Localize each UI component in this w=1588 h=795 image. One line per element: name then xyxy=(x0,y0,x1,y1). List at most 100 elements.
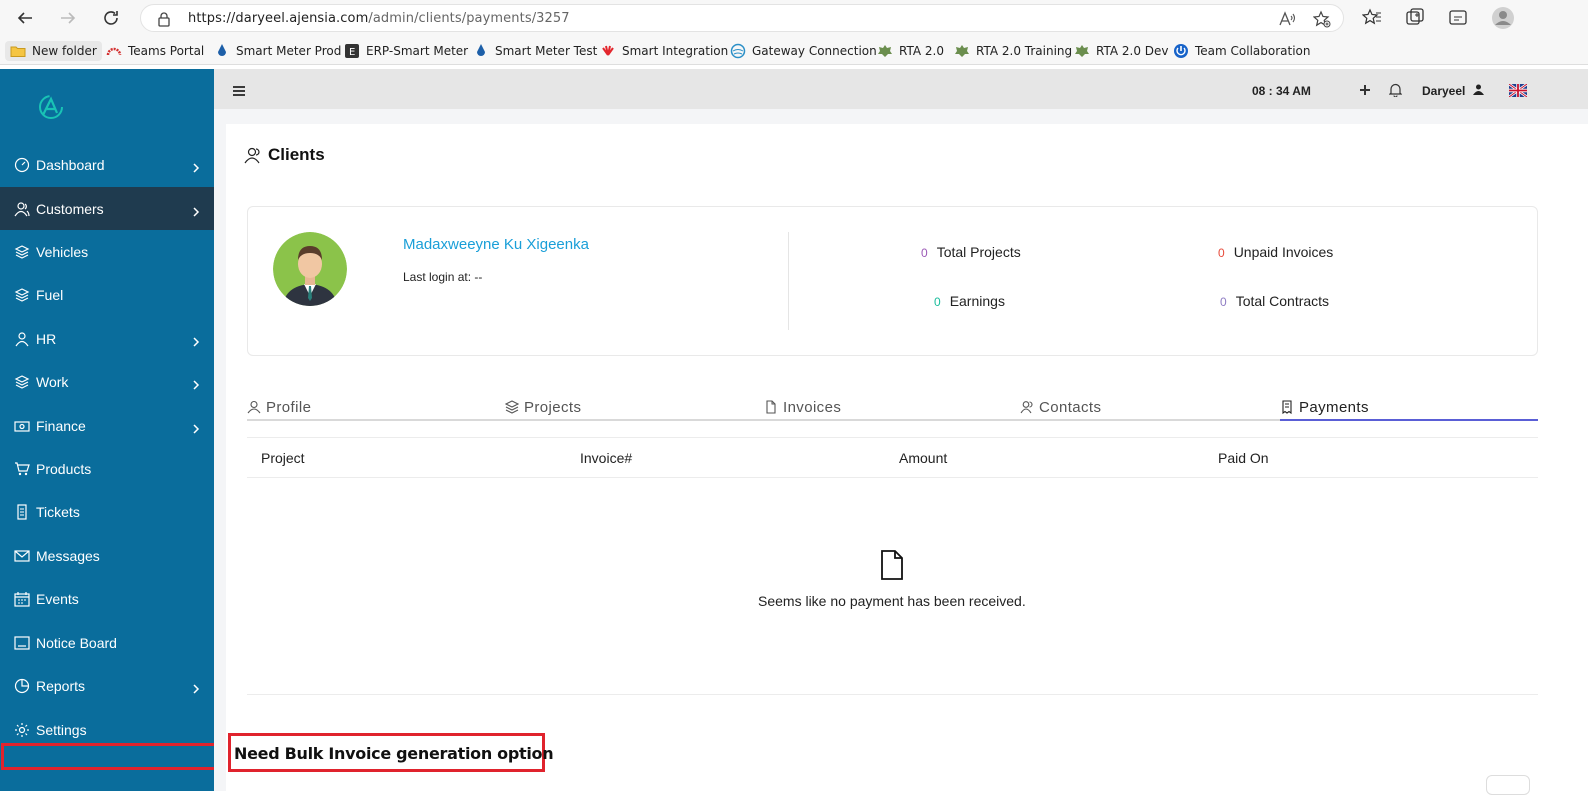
favorites-icon[interactable] xyxy=(1361,7,1382,32)
annotation-callout: Need Bulk Invoice generation option xyxy=(228,733,554,772)
users-icon xyxy=(1020,401,1033,414)
teams-portal-icon xyxy=(106,43,122,59)
last-login-text: Last login at: -- xyxy=(403,270,483,284)
bookmark-rta-2-dev[interactable]: RTA 2.0 Dev xyxy=(1074,41,1169,61)
tab-payments[interactable]: Payments xyxy=(1280,395,1369,419)
file-icon xyxy=(766,400,776,414)
stat-total-projects: 0 Total Projects xyxy=(921,244,1021,260)
tab-projects[interactable]: Projects xyxy=(505,395,581,419)
user-icon xyxy=(1472,84,1484,95)
layers-icon xyxy=(505,400,519,414)
column-amount[interactable]: Amount xyxy=(899,450,947,466)
bookmark-erp-smart-meter[interactable]: E ERP-Smart Meter xyxy=(344,41,468,61)
sidebar-item-finance[interactable]: Finance xyxy=(0,404,214,447)
sidebar-item-hr[interactable]: HR xyxy=(0,317,214,360)
app-topbar: 08 : 34 AM Daryeel xyxy=(214,69,1588,109)
svg-text:E: E xyxy=(349,47,355,58)
pie-icon xyxy=(14,678,30,694)
card-divider xyxy=(788,232,789,330)
droplet-icon xyxy=(214,43,230,59)
browser-toolbar: https://daryeel.ajensia.com/admin/client… xyxy=(0,0,1588,36)
user-icon xyxy=(247,400,261,414)
bell-icon[interactable] xyxy=(1388,83,1403,102)
address-bar[interactable]: https://daryeel.ajensia.com/admin/client… xyxy=(140,4,1344,32)
bookmark-teams-portal[interactable]: Teams Portal xyxy=(106,41,204,61)
bookmark-smart-meter-test[interactable]: Smart Meter Test xyxy=(473,41,597,61)
column-invoice-number[interactable]: Invoice# xyxy=(580,450,632,466)
bookmark-rta-2-training[interactable]: RTA 2.0 Training xyxy=(954,41,1072,61)
bookmark-team-collaboration[interactable]: Team Collaboration xyxy=(1173,41,1311,61)
chevron-right-icon xyxy=(191,204,201,217)
favorite-add-icon[interactable] xyxy=(1312,10,1331,28)
sidebar-item-dashboard[interactable]: Dashboard xyxy=(0,143,214,186)
payments-table-header: Project Invoice# Amount Paid On xyxy=(247,437,1538,478)
column-paid-on[interactable]: Paid On xyxy=(1218,450,1269,466)
highlight-box-sidebar xyxy=(1,743,217,770)
bookmark-gateway-connection[interactable]: Gateway Connection xyxy=(730,41,877,61)
sidebar-item-events[interactable]: Events xyxy=(0,577,214,620)
profile-avatar-icon[interactable] xyxy=(1491,6,1515,35)
active-tab-indicator xyxy=(1280,419,1538,421)
tab-profile[interactable]: Profile xyxy=(247,395,311,419)
dashboard-icon xyxy=(14,157,30,173)
client-avatar xyxy=(273,232,347,306)
read-aloud-icon[interactable] xyxy=(1278,10,1296,28)
chevron-right-icon xyxy=(191,160,201,173)
bookmark-smart-meter-prod[interactable]: Smart Meter Prod xyxy=(214,41,341,61)
sidebar-item-reports[interactable]: Reports xyxy=(0,664,214,707)
tab-invoices[interactable]: Invoices xyxy=(764,395,841,419)
sidebar-item-fuel[interactable]: Fuel xyxy=(0,273,214,316)
hamburger-menu-icon[interactable] xyxy=(233,83,245,101)
mail-icon xyxy=(14,548,30,564)
globe-icon xyxy=(730,43,746,59)
client-name-link[interactable]: Madaxweeyne Ku Xigeenka xyxy=(403,236,589,253)
stat-total-contracts: 0 Total Contracts xyxy=(1220,293,1330,309)
bookmark-new-folder[interactable]: New folder xyxy=(5,41,102,61)
tab-contacts[interactable]: Contacts xyxy=(1020,395,1101,419)
bookmarks-bar: New folder Teams Portal Smart Meter Prod… xyxy=(0,36,1588,65)
e-badge-icon: E xyxy=(344,43,360,59)
layers-icon xyxy=(14,287,30,303)
back-icon[interactable] xyxy=(14,7,36,29)
stat-earnings: 0 Earnings xyxy=(934,293,1005,309)
sidebar-item-vehicles[interactable]: Vehicles xyxy=(0,230,214,273)
app-logo[interactable] xyxy=(36,93,66,126)
column-project[interactable]: Project xyxy=(261,450,305,466)
chevron-right-icon xyxy=(191,377,201,390)
sidebar-item-messages[interactable]: Messages xyxy=(0,534,214,577)
money-icon xyxy=(14,418,30,434)
scroll-top-button[interactable] xyxy=(1486,775,1530,795)
sidebar-item-notice-board[interactable]: Notice Board xyxy=(0,621,214,664)
emblem-icon xyxy=(954,43,970,59)
extensions-icon[interactable] xyxy=(1448,7,1468,32)
user-menu[interactable]: Daryeel xyxy=(1422,84,1484,98)
forward-icon[interactable] xyxy=(57,7,79,29)
collections-icon[interactable] xyxy=(1405,7,1425,32)
refresh-icon[interactable] xyxy=(100,7,122,29)
url-text[interactable]: https://daryeel.ajensia.com/admin/client… xyxy=(188,11,570,26)
stat-unpaid-invoices: 0 Unpaid Invoices xyxy=(1218,244,1334,260)
sidebar-item-customers[interactable]: Customers xyxy=(0,187,214,230)
huawei-icon xyxy=(600,43,616,59)
layers-icon xyxy=(14,374,30,390)
bookmark-rta-2[interactable]: RTA 2.0 xyxy=(877,41,944,61)
user-icon xyxy=(14,331,30,347)
clock-time: 08 : 34 AM xyxy=(1252,84,1311,98)
bookmark-smart-integration[interactable]: Smart Integration xyxy=(600,41,728,61)
droplet-icon xyxy=(473,43,489,59)
empty-file-icon xyxy=(880,550,904,585)
uk-flag-icon[interactable] xyxy=(1508,82,1528,102)
sidebar-item-tickets[interactable]: Tickets xyxy=(0,490,214,533)
sidebar-item-products[interactable]: Products xyxy=(0,447,214,490)
table-bottom-divider xyxy=(247,694,1538,695)
plus-icon[interactable] xyxy=(1359,83,1371,101)
users-icon xyxy=(244,147,260,164)
chevron-right-icon xyxy=(191,334,201,347)
chevron-right-icon xyxy=(191,421,201,434)
sidebar-item-work[interactable]: Work xyxy=(0,360,214,403)
empty-state-text: Seems like no payment has been received. xyxy=(758,593,1026,609)
lock-icon[interactable] xyxy=(155,10,173,28)
users-icon xyxy=(14,201,30,217)
layers-icon xyxy=(14,244,30,260)
page-title: Clients xyxy=(244,145,325,165)
